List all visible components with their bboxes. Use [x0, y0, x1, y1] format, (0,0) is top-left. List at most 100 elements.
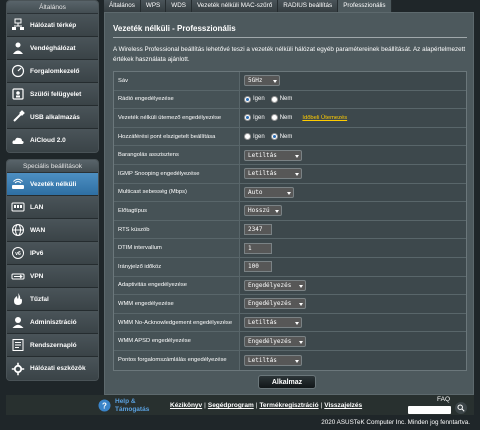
- sidebar-item-label: Forgalomkezelő: [30, 67, 80, 75]
- sidebar-item-traffic-manager[interactable]: Forgalomkezelő: [7, 60, 98, 83]
- feedback-link[interactable]: Visszajelzés: [324, 402, 362, 409]
- tab-mac-filter[interactable]: Vezeték nélküli MAC-szűrő: [191, 0, 279, 12]
- faq-label: FAQ: [437, 396, 451, 403]
- dtim-input[interactable]: 1: [244, 242, 272, 254]
- sidebar-item-lan[interactable]: LAN: [7, 196, 98, 219]
- sidebar-item-system-log[interactable]: Rendszernapló: [7, 334, 98, 357]
- system-log-icon: [11, 338, 25, 352]
- sidebar-item-vpn[interactable]: VPN: [7, 265, 98, 288]
- multicast-value: Auto: [248, 188, 263, 196]
- wmm-select[interactable]: Engedélyezés: [244, 298, 306, 310]
- sidebar-item-ipv6[interactable]: v6 IPv6: [7, 242, 98, 265]
- sidebar-item-label: Hálózati eszközök: [30, 365, 86, 372]
- rts-input[interactable]: 2347: [244, 224, 272, 236]
- sidebar-item-wan[interactable]: WAN: [7, 219, 98, 242]
- setting-row-beacon: Irányjelző időköz 100: [114, 257, 466, 277]
- setting-row-wmm-apsd: WMM APSD engedélyezése Engedélyezés: [114, 332, 466, 351]
- utility-link[interactable]: Segédprogram: [208, 402, 254, 409]
- administration-icon: [11, 315, 25, 329]
- radio-yes-label: Igen: [253, 114, 265, 121]
- firewall-icon: [11, 292, 25, 306]
- sidebar-item-administration[interactable]: Adminisztráció: [7, 311, 98, 334]
- setting-row-ap-isolation: Hozzáférési pont elszigetelt beállítása …: [114, 127, 466, 147]
- ap-isolation-yes[interactable]: Igen: [244, 133, 265, 141]
- band-select[interactable]: 5GHz: [244, 75, 280, 87]
- radio-no-label: Nem: [279, 96, 293, 103]
- airtime-select[interactable]: Letiltás: [244, 354, 302, 366]
- sidebar-item-parental-control[interactable]: Szülői felügyelet: [7, 83, 98, 106]
- sidebar-item-firewall[interactable]: Tűzfal: [7, 288, 98, 311]
- search-icon[interactable]: [455, 402, 467, 414]
- sidebar-item-label: USB alkalmazás: [30, 113, 80, 121]
- roaming-select[interactable]: Letiltás: [244, 149, 302, 161]
- sidebar-item-label: LAN: [30, 203, 44, 211]
- general-menu-title: Általános: [7, 1, 98, 14]
- radio-button[interactable]: [244, 114, 251, 122]
- wmm-apsd-select[interactable]: Engedélyezés: [244, 335, 306, 347]
- setting-row-adaptivity: Adaptivitás engedélyezése Engedélyezés: [114, 276, 466, 296]
- radio-enable-no[interactable]: Nem: [270, 95, 293, 103]
- radio-no-label: Nem: [279, 133, 293, 140]
- preamble-select[interactable]: Hosszú: [244, 205, 282, 217]
- adaptivity-label: Adaptivitás engedélyezése: [114, 276, 240, 295]
- adaptivity-select[interactable]: Engedélyezés: [244, 279, 306, 291]
- tab-wds[interactable]: WDS: [166, 0, 192, 12]
- radio-button[interactable]: [270, 114, 278, 122]
- link-separator: |: [204, 402, 206, 409]
- sidebar-item-label: Vendéghálózat: [30, 44, 76, 52]
- manual-link[interactable]: Kézikönyv: [170, 402, 202, 409]
- product-registration-link[interactable]: Termékregisztráció: [259, 402, 318, 409]
- lan-icon: [11, 200, 25, 214]
- radio-button[interactable]: [270, 95, 278, 103]
- radio-button[interactable]: [244, 133, 251, 141]
- setting-row-igmp: IGMP Snooping engedélyezése Letiltás: [114, 164, 466, 184]
- sidebar-item-label: Szülői felügyelet: [30, 90, 82, 98]
- radio-yes-label: Igen: [253, 133, 265, 140]
- usb-icon: [11, 110, 25, 124]
- sidebar-item-aicloud[interactable]: AiCloud 2.0: [7, 129, 98, 152]
- copyright-text: 2020 ASUSTeK Computer Inc. Minden jog fe…: [321, 419, 470, 426]
- ap-isolation-no[interactable]: Nem: [270, 133, 293, 141]
- advanced-menu-title: Speciális beállítások: [7, 160, 98, 173]
- wmm-noack-select[interactable]: Letiltás: [244, 317, 302, 329]
- content-panel: Vezeték nélküli - Professzionális A Wire…: [104, 12, 474, 395]
- radio-no-label: Nem: [279, 114, 293, 121]
- wmm-label: WMM engedélyezése: [114, 295, 240, 313]
- tab-radius[interactable]: RADIUS beállítás: [278, 0, 339, 12]
- sidebar-item-network-tools[interactable]: Hálózati eszközök: [7, 357, 98, 380]
- scheduler-yes[interactable]: Igen: [244, 114, 265, 122]
- sidebar-item-usb[interactable]: USB alkalmazás: [7, 106, 98, 129]
- traffic-manager-icon: [11, 64, 25, 78]
- tab-general[interactable]: Általános: [104, 0, 141, 12]
- igmp-select[interactable]: Letiltás: [244, 168, 302, 180]
- scheduler-no[interactable]: Nem: [270, 114, 293, 122]
- sidebar-item-label: Vezeték nélküli: [30, 180, 77, 188]
- setting-row-radio-enable: Rádió engedélyezése Igen Nem: [114, 90, 466, 110]
- apply-button[interactable]: Alkalmaz: [258, 375, 316, 389]
- chevron-down-icon: [299, 303, 303, 307]
- igmp-label: IGMP Snooping engedélyezése: [114, 164, 240, 183]
- setting-row-scheduler: Vezeték nélküli ütemező engedélyezése Ig…: [114, 109, 466, 128]
- chevron-down-icon: [295, 359, 299, 363]
- tab-professional[interactable]: Professzionális: [338, 0, 392, 12]
- wmm-value: Engedélyezés: [248, 300, 292, 308]
- ap-isolation-label: Hozzáférési pont elszigetelt beállítása: [114, 127, 240, 146]
- sidebar-item-label: VPN: [30, 272, 44, 280]
- svg-text:v6: v6: [15, 251, 21, 257]
- sidebar: Általános Hálózati térkép Vendéghálózat …: [6, 0, 99, 415]
- beacon-input[interactable]: 100: [244, 261, 272, 273]
- sidebar-item-guest-network[interactable]: Vendéghálózat: [7, 37, 98, 60]
- radio-button[interactable]: [244, 95, 251, 103]
- tab-wps[interactable]: WPS: [140, 0, 167, 12]
- parental-control-icon: [11, 87, 25, 101]
- sidebar-item-wireless[interactable]: Vezeték nélküli: [7, 173, 98, 196]
- chevron-down-icon: [275, 210, 279, 214]
- faq-search-input[interactable]: [408, 406, 451, 414]
- wireless-icon: [11, 177, 25, 191]
- time-schedule-link[interactable]: Időbeli Ütemezés: [302, 115, 347, 121]
- multicast-select[interactable]: Auto: [244, 186, 294, 198]
- radio-button[interactable]: [270, 133, 278, 141]
- radio-enable-label: Rádió engedélyezése: [114, 90, 240, 109]
- sidebar-item-network-map[interactable]: Hálózati térkép: [7, 14, 98, 37]
- radio-enable-yes[interactable]: Igen: [244, 95, 265, 103]
